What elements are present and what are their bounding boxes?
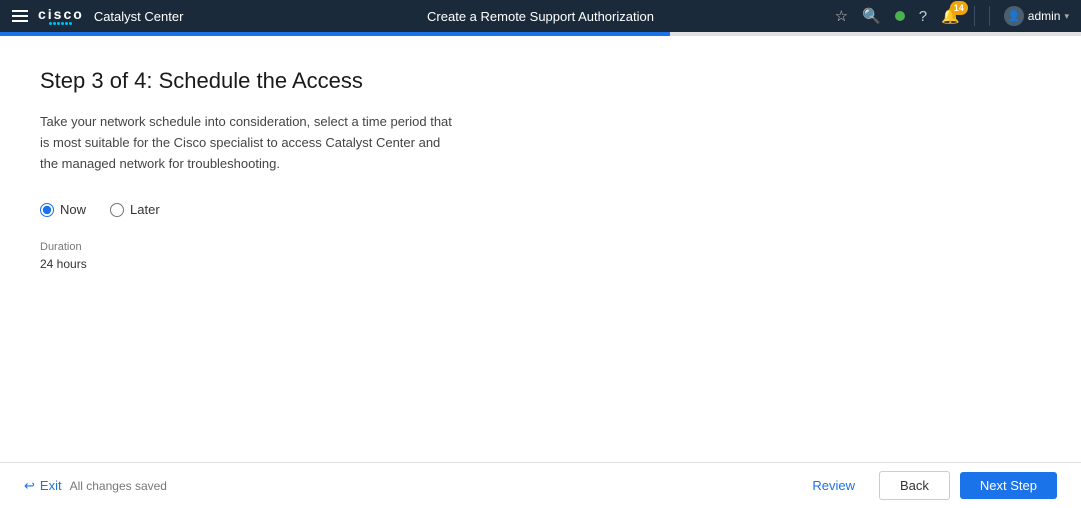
page-title: Create a Remote Support Authorization — [427, 9, 654, 24]
later-radio-text: Later — [130, 202, 160, 217]
footer: ↩ Exit All changes saved Review Back Nex… — [0, 462, 1081, 508]
now-radio-text: Now — [60, 202, 86, 217]
step-heading: Step 3 of 4: Schedule the Access — [40, 68, 1041, 94]
top-nav: cisco Catalyst Center Create a Remote Su… — [0, 0, 1081, 32]
notifications-button[interactable]: 🔔 14 — [941, 7, 960, 26]
duration-section: Duration 24 hours — [40, 241, 1041, 271]
user-menu[interactable]: 👤 admin ▾ — [989, 6, 1069, 26]
user-avatar: 👤 — [1004, 6, 1024, 26]
star-icon[interactable]: ☆ — [835, 7, 848, 25]
help-icon[interactable]: ? — [919, 8, 927, 25]
status-indicator — [895, 11, 905, 21]
now-radio-label[interactable]: Now — [40, 202, 86, 217]
later-radio-label[interactable]: Later — [110, 202, 160, 217]
user-name: admin — [1028, 9, 1061, 23]
exit-label: Exit — [40, 478, 62, 493]
chevron-down-icon: ▾ — [1064, 11, 1069, 22]
exit-icon: ↩ — [24, 478, 35, 494]
later-radio-input[interactable] — [110, 203, 124, 217]
duration-value: 24 hours — [40, 257, 1041, 271]
schedule-radio-group: Now Later — [40, 202, 1041, 217]
notifications-badge: 14 — [950, 1, 968, 15]
next-step-button[interactable]: Next Step — [960, 472, 1057, 499]
step-description: Take your network schedule into consider… — [40, 112, 460, 174]
search-icon[interactable]: 🔍 — [862, 7, 881, 25]
back-button[interactable]: Back — [879, 471, 950, 500]
exit-button[interactable]: ↩ Exit — [24, 478, 62, 494]
saved-status: All changes saved — [70, 479, 167, 493]
hamburger-menu[interactable] — [12, 10, 28, 22]
now-radio-input[interactable] — [40, 203, 54, 217]
footer-left: ↩ Exit All changes saved — [24, 478, 167, 494]
footer-right: Review Back Next Step — [798, 471, 1057, 500]
app-title: Catalyst Center — [94, 9, 184, 24]
main-content: Step 3 of 4: Schedule the Access Take yo… — [0, 36, 1081, 508]
cisco-logo: cisco — [38, 7, 84, 25]
review-button[interactable]: Review — [798, 472, 869, 499]
duration-label: Duration — [40, 241, 1041, 253]
